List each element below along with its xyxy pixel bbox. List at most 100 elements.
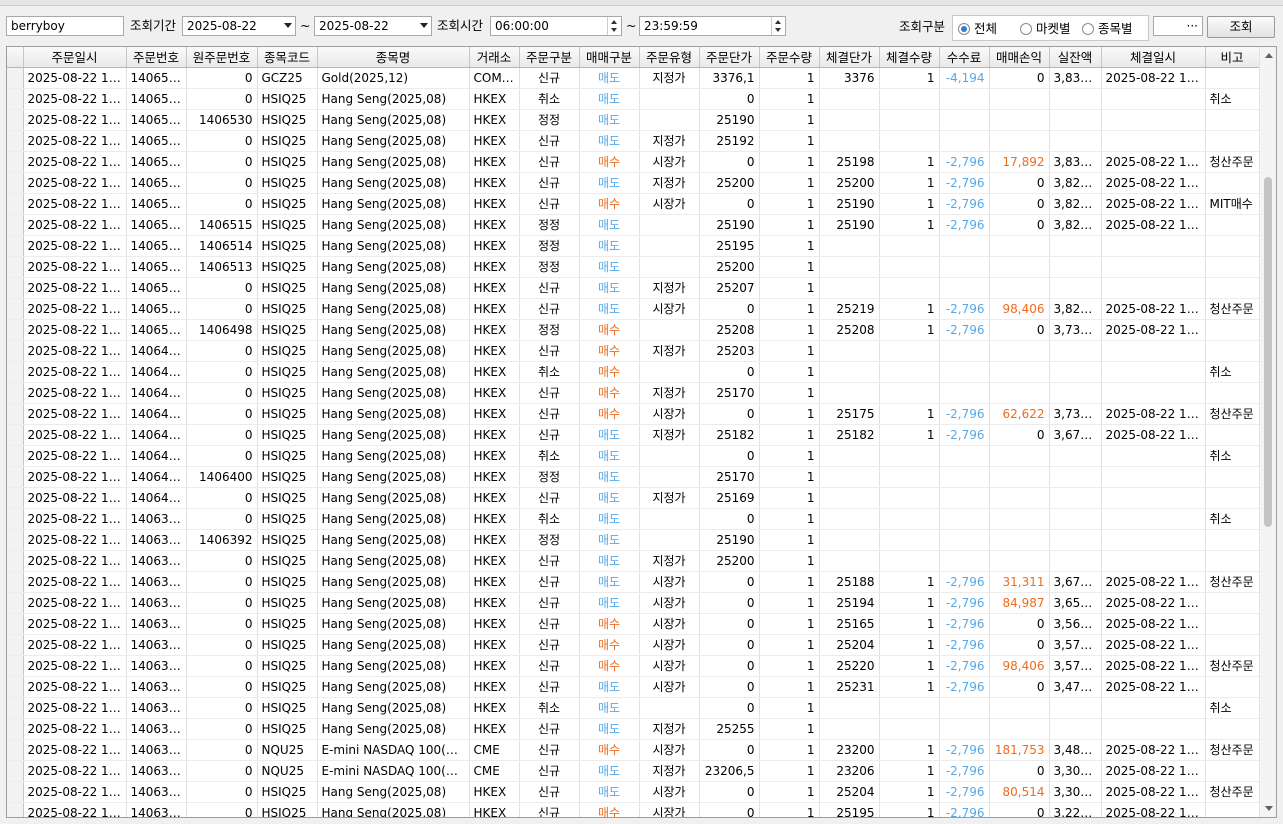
- time-to-field[interactable]: 23:59:59: [639, 16, 786, 36]
- table-row[interactable]: 2025-08-22 12:… 1406536 0 GCZ25 Gold(2025,12…: [7, 67, 1260, 89]
- table-row[interactable]: 2025-08-22 11:… 1406401 1406400 HSIQ25 Hang …: [7, 466, 1260, 488]
- row-header[interactable]: [7, 760, 24, 782]
- table-row[interactable]: 2025-08-22 11:… 1406394 1406392 HSIQ25 Hang …: [7, 529, 1260, 551]
- row-header[interactable]: [7, 613, 24, 635]
- table-row[interactable]: 2025-08-22 11:… 1406400 0 HSIQ25 Hang Seng(2…: [7, 487, 1260, 509]
- row-header[interactable]: [7, 550, 24, 572]
- row-header[interactable]: [7, 235, 24, 257]
- table-row[interactable]: 2025-08-22 10:… 1406327 0 NQU25 E-mini NASDA…: [7, 760, 1260, 782]
- radio-market[interactable]: 마켓별: [1020, 20, 1071, 38]
- row-header[interactable]: [7, 592, 24, 614]
- row-header[interactable]: [7, 655, 24, 677]
- column-header[interactable]: 주문일시: [23, 47, 127, 68]
- column-header[interactable]: 체결수량: [879, 47, 940, 68]
- table-row[interactable]: 2025-08-22 10:… 1406300 0 HSIQ25 Hang Seng(2…: [7, 802, 1260, 817]
- table-row[interactable]: 2025-08-22 12:… 1406531 1406530 HSIQ25 Hang …: [7, 109, 1260, 131]
- table-row[interactable]: 2025-08-22 12:… 1406531 0 HSIQ25 Hang Seng(2…: [7, 88, 1260, 110]
- browse-button[interactable]: ···: [1153, 16, 1203, 36]
- row-header[interactable]: [7, 718, 24, 740]
- table-row[interactable]: 2025-08-22 11:… 1406394 0 HSIQ25 Hang Seng(2…: [7, 508, 1260, 530]
- column-header[interactable]: 실잔액: [1049, 47, 1102, 68]
- column-header[interactable]: 매매손익: [989, 47, 1050, 68]
- column-header[interactable]: 체결단가: [819, 47, 880, 68]
- table-row[interactable]: 2025-08-22 11:… 1406412 0 HSIQ25 Hang Seng(2…: [7, 403, 1260, 425]
- table-row[interactable]: 2025-08-22 11:… 1406374 0 HSIQ25 Hang Seng(2…: [7, 613, 1260, 635]
- radio-all[interactable]: 전체: [958, 20, 997, 38]
- row-header[interactable]: [7, 361, 24, 383]
- row-header[interactable]: [7, 781, 24, 803]
- table-row[interactable]: 2025-08-22 11:… 1406364 0 HSIQ25 Hang Seng(2…: [7, 634, 1260, 656]
- table-row[interactable]: 2025-08-22 11:… 1406401 0 HSIQ25 Hang Seng(2…: [7, 445, 1260, 467]
- table-row[interactable]: 2025-08-22 12:… 1406504 0 HSIQ25 Hang Seng(2…: [7, 298, 1260, 320]
- table-row[interactable]: 2025-08-22 12:… 1406516 1406515 HSIQ25 Hang …: [7, 214, 1260, 236]
- row-header[interactable]: [7, 508, 24, 530]
- scroll-up-icon[interactable]: [1265, 53, 1273, 58]
- row-header[interactable]: [7, 382, 24, 404]
- time-to-spinner[interactable]: [771, 17, 785, 35]
- row-header[interactable]: [7, 697, 24, 719]
- scroll-down-icon[interactable]: [1265, 806, 1273, 811]
- row-header[interactable]: [7, 214, 24, 236]
- row-header[interactable]: [7, 319, 24, 341]
- time-from-field[interactable]: 06:00:00: [490, 16, 622, 36]
- column-header[interactable]: 주문유형: [639, 47, 700, 68]
- row-header[interactable]: [7, 298, 24, 320]
- spin-down-icon[interactable]: [775, 28, 781, 32]
- column-header[interactable]: 주문단가: [699, 47, 760, 68]
- search-button[interactable]: 조회: [1207, 16, 1275, 38]
- radio-item[interactable]: 종목별: [1082, 20, 1133, 38]
- table-row[interactable]: 2025-08-22 10:… 1406341 0 HSIQ25 Hang Seng(2…: [7, 718, 1260, 740]
- table-row[interactable]: 2025-08-22 12:… 1406501 1406498 HSIQ25 Hang …: [7, 319, 1260, 341]
- table-row[interactable]: 2025-08-22 11:… 1406421 0 HSIQ25 Hang Seng(2…: [7, 361, 1260, 383]
- column-header[interactable]: 체결일시: [1101, 47, 1206, 68]
- row-header[interactable]: [7, 571, 24, 593]
- column-header[interactable]: 주문번호: [126, 47, 187, 68]
- table-row[interactable]: 2025-08-22 11:… 1406392 0 HSIQ25 Hang Seng(2…: [7, 550, 1260, 572]
- row-header[interactable]: [7, 340, 24, 362]
- row-header[interactable]: [7, 424, 24, 446]
- row-header[interactable]: [7, 256, 24, 278]
- spin-down-icon[interactable]: [611, 28, 617, 32]
- scroll-thumb[interactable]: [1264, 177, 1272, 527]
- date-to-picker[interactable]: 2025-08-22: [314, 16, 432, 36]
- row-header[interactable]: [7, 676, 24, 698]
- column-header[interactable]: 주문수량: [759, 47, 820, 68]
- table-row[interactable]: 2025-08-22 12:… 1406530 0 HSIQ25 Hang Seng(2…: [7, 130, 1260, 152]
- table-row[interactable]: 2025-08-22 10:… 1406350 0 HSIQ25 Hang Seng(2…: [7, 655, 1260, 677]
- spin-up-icon[interactable]: [611, 20, 617, 24]
- row-header[interactable]: [7, 172, 24, 194]
- account-field[interactable]: berryboy: [6, 16, 124, 36]
- table-row[interactable]: 2025-08-22 10:… 1406341 0 HSIQ25 Hang Seng(2…: [7, 697, 1260, 719]
- chevron-down-icon[interactable]: [284, 23, 292, 28]
- table-row[interactable]: 2025-08-22 10:… 1406337 0 NQU25 E-mini NASDA…: [7, 739, 1260, 761]
- row-header[interactable]: [7, 193, 24, 215]
- column-header[interactable]: 주문구분: [519, 47, 580, 68]
- table-row[interactable]: 2025-08-22 12:… 1406515 1406514 HSIQ25 Hang …: [7, 235, 1260, 257]
- spin-up-icon[interactable]: [775, 20, 781, 24]
- table-row[interactable]: 2025-08-22 12:… 1406521 0 HSIQ25 Hang Seng(2…: [7, 172, 1260, 194]
- column-header[interactable]: 수수료: [939, 47, 990, 68]
- table-row[interactable]: 2025-08-22 11:… 1406421 0 HSIQ25 Hang Seng(2…: [7, 382, 1260, 404]
- row-header[interactable]: [7, 445, 24, 467]
- row-header[interactable]: [7, 88, 24, 110]
- column-header[interactable]: 거래소: [469, 47, 520, 68]
- column-header[interactable]: 비고: [1205, 47, 1260, 68]
- row-header[interactable]: [7, 277, 24, 299]
- table-row[interactable]: 2025-08-22 11:… 1406383 0 HSIQ25 Hang Seng(2…: [7, 571, 1260, 593]
- column-header[interactable]: 원주문번호: [186, 47, 258, 68]
- time-from-spinner[interactable]: [607, 17, 621, 35]
- vertical-scrollbar[interactable]: [1259, 47, 1276, 817]
- table-row[interactable]: 2025-08-22 10:… 1406303 0 HSIQ25 Hang Seng(2…: [7, 781, 1260, 803]
- row-header[interactable]: [7, 151, 24, 173]
- table-row[interactable]: 2025-08-22 12:… 1406513 0 HSIQ25 Hang Seng(2…: [7, 277, 1260, 299]
- row-header[interactable]: [7, 403, 24, 425]
- table-row[interactable]: 2025-08-22 12:… 1406527 0 HSIQ25 Hang Seng(2…: [7, 151, 1260, 173]
- column-header[interactable]: 매매구분: [579, 47, 640, 68]
- row-header[interactable]: [7, 466, 24, 488]
- row-header[interactable]: [7, 634, 24, 656]
- row-header[interactable]: [7, 487, 24, 509]
- table-row[interactable]: 2025-08-22 11:… 1406404 0 HSIQ25 Hang Seng(2…: [7, 424, 1260, 446]
- row-header[interactable]: [7, 130, 24, 152]
- table-row[interactable]: 2025-08-22 12:… 1406514 1406513 HSIQ25 Hang …: [7, 256, 1260, 278]
- row-header[interactable]: [7, 109, 24, 131]
